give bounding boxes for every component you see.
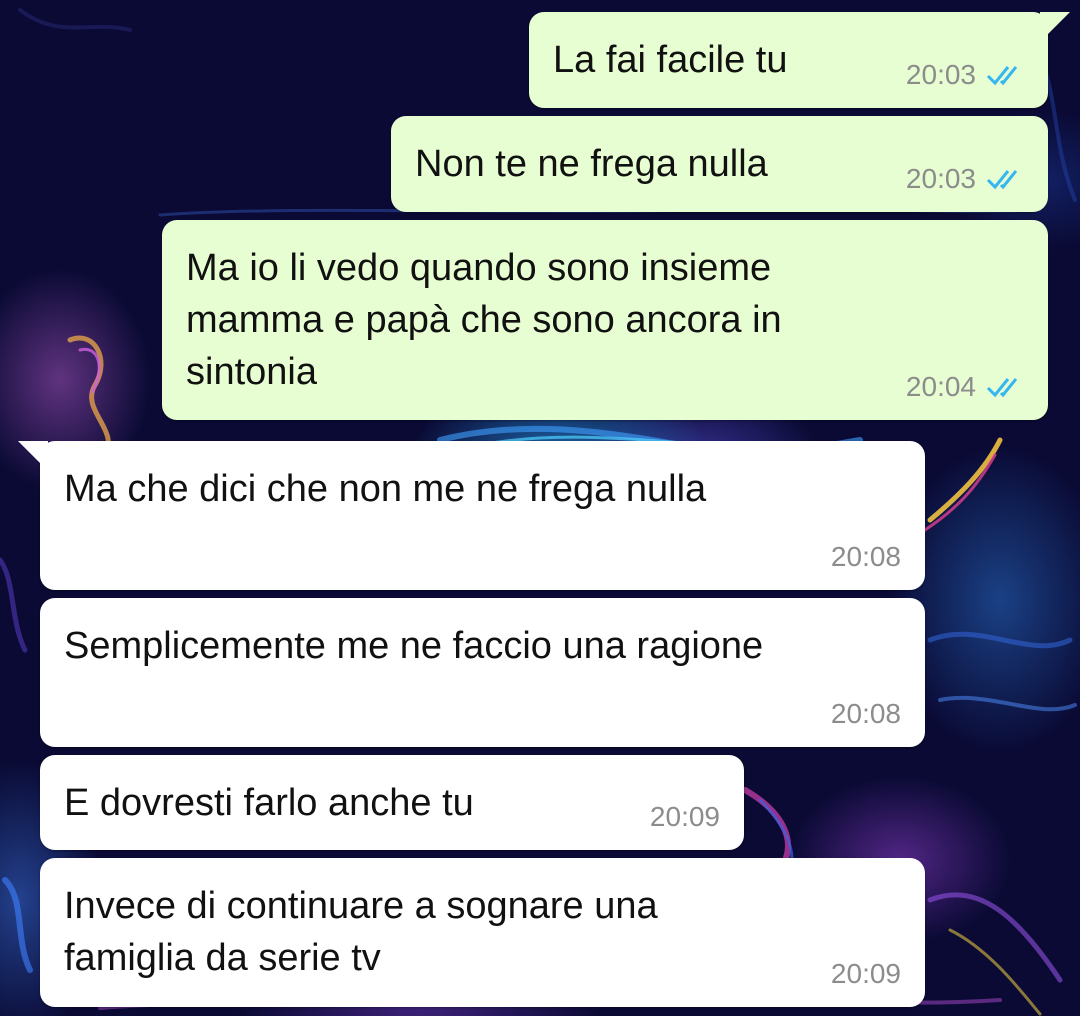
message-text: La fai facile tu xyxy=(553,39,788,81)
message-line: sintonia xyxy=(186,351,317,393)
message-meta: 20:08 xyxy=(831,699,901,729)
message-meta: 20:04 xyxy=(906,372,1024,402)
message-bubble-outgoing[interactable]: Ma io li vedo quando sono insieme mamma … xyxy=(162,220,1048,420)
message-bubble-incoming[interactable]: E dovresti farlo anche tu 20:09 xyxy=(40,755,744,850)
message-line: Invece di continuare a sognare una xyxy=(64,885,658,927)
message-meta: 20:03 xyxy=(906,164,1024,194)
message-text: Semplicemente me ne faccio una ragione xyxy=(64,625,764,667)
message-bubble-incoming[interactable]: Ma che dici che non me ne frega nulla 20… xyxy=(18,441,925,590)
message-time: 20:08 xyxy=(830,541,901,572)
message-bubble-incoming[interactable]: Invece di continuare a sognare una famig… xyxy=(40,858,925,1007)
message-line: mamma e papà che sono ancora in xyxy=(186,299,782,341)
message-bubble-incoming[interactable]: Semplicemente me ne faccio una ragione 2… xyxy=(40,598,925,747)
message-time: 20:09 xyxy=(830,958,901,989)
message-meta: 20:09 xyxy=(831,959,901,989)
double-check-read-icon xyxy=(986,66,1018,86)
message-time: 20:03 xyxy=(905,163,976,194)
message-time: 20:03 xyxy=(905,59,976,90)
message-text: Invece di continuare a sognare una famig… xyxy=(64,880,658,984)
bubble-tail xyxy=(1040,12,1070,42)
message-text: Non te ne frega nulla xyxy=(415,143,768,185)
message-text: Ma che dici che non me ne frega nulla xyxy=(64,468,707,510)
message-meta: 20:08 xyxy=(831,542,901,572)
message-meta: 20:09 xyxy=(650,802,720,832)
bubble-tail xyxy=(18,441,48,471)
double-check-read-icon xyxy=(986,378,1018,398)
message-time: 20:08 xyxy=(830,698,901,729)
double-check-read-icon xyxy=(986,170,1018,190)
message-bubble-outgoing[interactable]: Non te ne frega nulla 20:03 xyxy=(391,116,1048,212)
message-text: E dovresti farlo anche tu xyxy=(64,782,474,824)
message-meta: 20:03 xyxy=(906,60,1024,90)
message-time: 20:09 xyxy=(649,801,720,832)
message-line: famiglia da serie tv xyxy=(64,937,381,979)
message-text: Ma io li vedo quando sono insieme mamma … xyxy=(186,242,782,398)
message-time: 20:04 xyxy=(905,371,976,402)
message-bubble-outgoing[interactable]: La fai facile tu 20:03 xyxy=(529,12,1070,108)
message-line: Ma io li vedo quando sono insieme xyxy=(186,247,772,289)
